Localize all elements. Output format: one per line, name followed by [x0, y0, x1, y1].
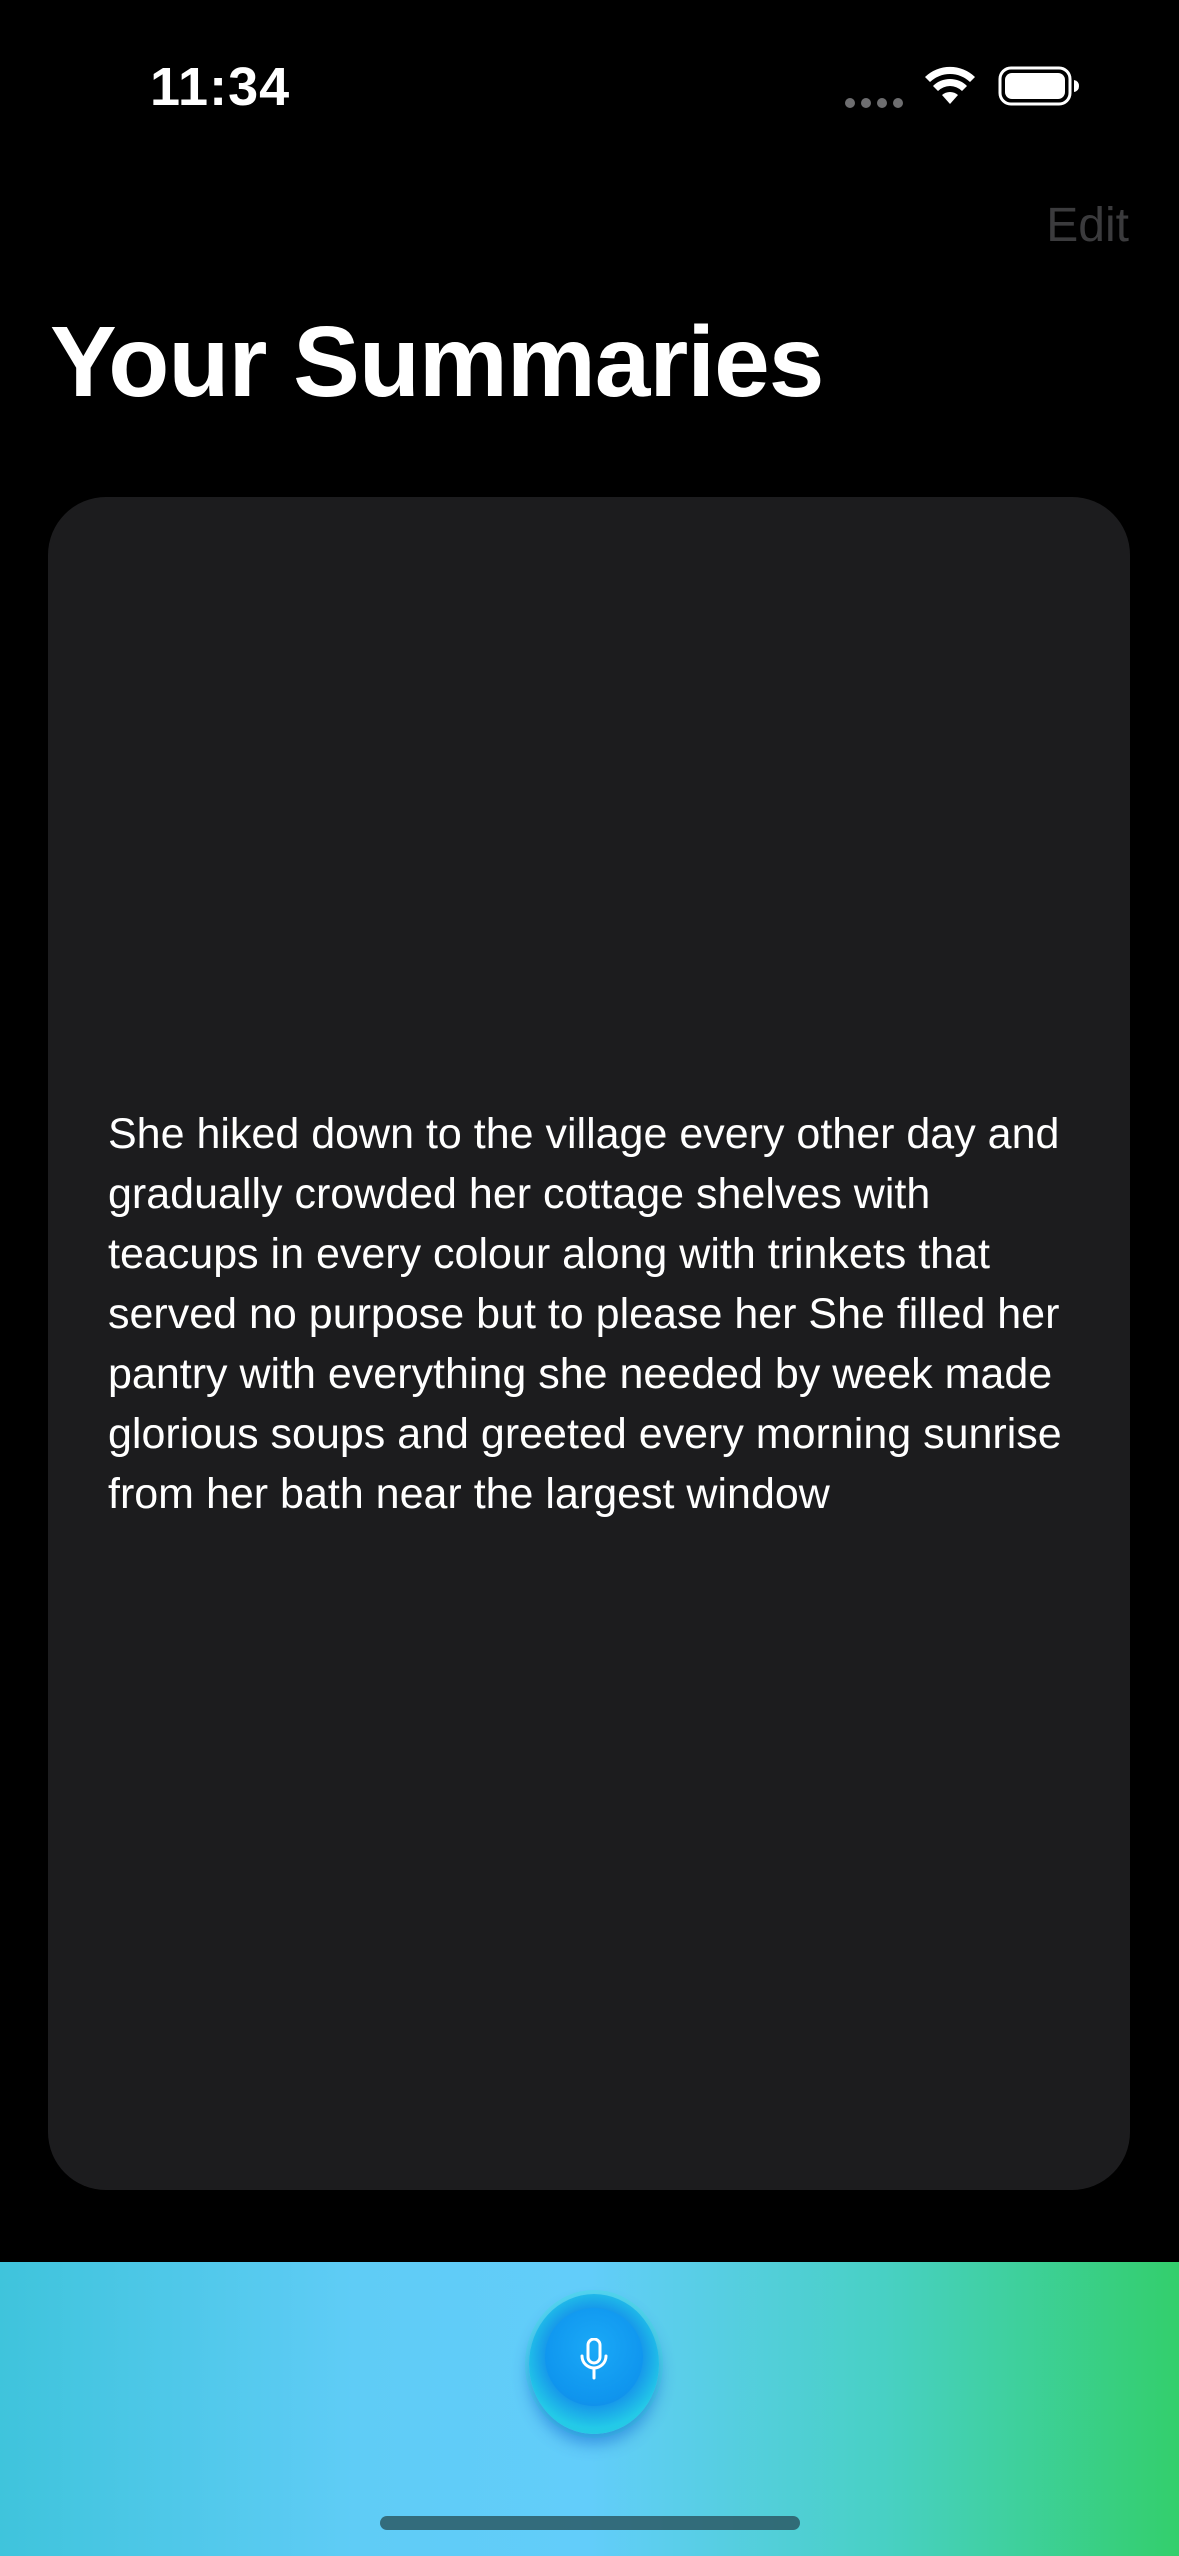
page-title: Your Summaries [50, 306, 824, 418]
battery-icon [998, 66, 1079, 106]
microphone-icon [580, 2338, 608, 2380]
screen: 11:34 Edit Your Summaries She hiked down… [0, 0, 1179, 2556]
summary-text: She hiked down to the village every othe… [108, 1109, 1062, 1518]
wifi-icon [925, 66, 975, 104]
record-button-inner [545, 2308, 643, 2406]
home-indicator [380, 2516, 800, 2530]
summary-card[interactable]: She hiked down to the village every othe… [48, 497, 1130, 2190]
signal-icon [845, 98, 903, 108]
record-button[interactable] [529, 2294, 659, 2434]
edit-button[interactable]: Edit [1046, 198, 1129, 253]
status-bar: 11:34 [0, 0, 1179, 170]
status-time: 11:34 [150, 57, 291, 117]
